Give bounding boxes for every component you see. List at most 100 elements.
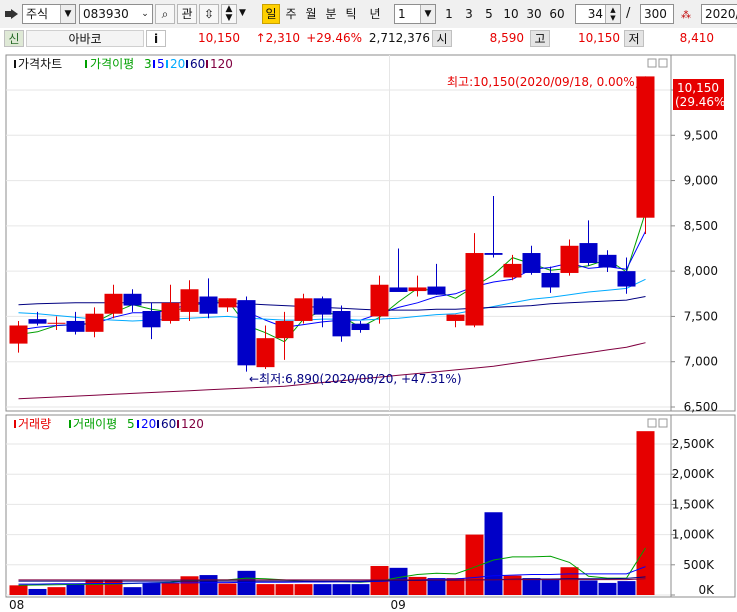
volume-bar	[332, 584, 351, 595]
ma20-legend-marker	[166, 60, 168, 68]
candle-body	[256, 338, 275, 368]
display-count-input[interactable]: 34 ▲ ▼	[575, 4, 621, 24]
lowest-price-annotation: ←최저:6,890(2020/08/20, +47.31%)	[249, 372, 462, 386]
spinner-icon[interactable]: ▲ ▼	[605, 5, 620, 23]
volume-tick-label: 1,000K	[672, 528, 715, 542]
period-day-button[interactable]: 일	[262, 4, 280, 24]
volume-ma-legend-20: 20	[141, 417, 156, 431]
volume-bar	[275, 584, 294, 595]
period-month-button[interactable]: 월	[302, 4, 320, 24]
price-tick-label: 9,500	[684, 128, 718, 142]
candle-body	[199, 296, 218, 314]
period-minute-button[interactable]: 분	[322, 4, 340, 24]
price-pane-maximize-button[interactable]	[658, 58, 668, 68]
date-input[interactable]: 2020/0	[701, 4, 737, 24]
stock-code-input[interactable]: 083930 ⌄	[79, 4, 153, 24]
x-tick-label: 09	[391, 598, 406, 609]
link-arrow-icon[interactable]	[4, 6, 20, 22]
candle-body	[522, 253, 541, 273]
low-label: 저	[624, 30, 644, 47]
candle-body	[598, 254, 617, 268]
search-button[interactable]: ⌕	[155, 4, 175, 24]
period-week-button[interactable]: 주	[282, 4, 300, 24]
chevron-down-icon[interactable]: ⌄	[138, 5, 152, 23]
volume-bar	[218, 583, 237, 595]
candle-body	[389, 287, 408, 292]
interval-button-1[interactable]: 1	[440, 4, 458, 24]
candle-body	[465, 253, 484, 326]
volume-bar	[85, 579, 104, 595]
period-tick-button[interactable]: 틱	[342, 4, 360, 24]
volume-bar	[199, 575, 218, 595]
price-ma-legend-20: 20	[170, 57, 185, 71]
volume-bar	[503, 575, 522, 595]
x-tick-label: 08	[9, 598, 24, 609]
candle-body	[370, 284, 389, 317]
volume-pane-restore-button[interactable]	[647, 418, 657, 428]
candle-body	[275, 320, 294, 339]
volume-bar	[104, 579, 123, 595]
vol-ma120-legend-marker	[177, 420, 179, 428]
price-tick-label: 9,000	[684, 174, 718, 188]
volume-ma-legend-120: 120	[181, 417, 204, 431]
settings-button[interactable]: ⁂	[676, 4, 696, 24]
date-value: 2020/0	[705, 7, 737, 21]
candle-body	[484, 253, 503, 255]
period-year-button[interactable]: 년	[362, 4, 388, 24]
candle-body	[218, 298, 237, 308]
candle-body	[85, 313, 104, 332]
price-change: ↑2,310	[255, 31, 300, 45]
chevron-down-icon[interactable]: ▼	[60, 5, 75, 23]
total-count-value: 300	[644, 7, 667, 21]
chevron-down-icon[interactable]: ▼	[239, 8, 249, 18]
market-select[interactable]: 주식 ▼	[22, 4, 76, 24]
candle-body	[142, 310, 161, 328]
link-group-button[interactable]: ⇳	[199, 4, 219, 24]
price-volume-chart[interactable]: 6,5007,0007,5008,0008,5009,0009,50010,00…	[0, 49, 737, 612]
volume-bar	[484, 512, 503, 595]
display-count-value: 34	[587, 7, 603, 21]
candle-body	[636, 76, 655, 218]
watchlist-button[interactable]: 관	[177, 4, 197, 24]
price-tick-label: 8,000	[684, 264, 718, 278]
interval-button-5[interactable]: 5	[480, 4, 498, 24]
interval-button-30[interactable]: 30	[523, 4, 545, 24]
volume-tick-label: 500K	[683, 558, 715, 572]
candle-body	[560, 245, 579, 273]
volume-ma-legend-title: 거래이평	[73, 417, 117, 431]
volume-bar	[9, 585, 28, 595]
change-rate: +29.46%	[306, 31, 362, 45]
open-price: 8,590	[489, 31, 524, 45]
total-count-input[interactable]: 300	[640, 4, 674, 24]
interval-button-3[interactable]: 3	[460, 4, 478, 24]
price-ma-legend-title: 가격이평	[90, 57, 134, 71]
volume-ma-legend-5: 5	[127, 417, 135, 431]
volume-tick-label: 0K	[698, 583, 715, 597]
candle-body	[579, 243, 598, 263]
price-ma-legend-120: 120	[210, 57, 233, 71]
price-ma-legend-60: 60	[190, 57, 205, 71]
stepper-button[interactable]: ▲ ▼	[221, 4, 237, 24]
volume-bar	[237, 570, 256, 595]
volume-pane-maximize-button[interactable]	[658, 418, 668, 428]
info-button[interactable]: i	[146, 30, 166, 47]
interval-button-60[interactable]: 60	[546, 4, 568, 24]
ma3-legend-marker	[85, 60, 87, 68]
price-pane-restore-button[interactable]	[647, 58, 657, 68]
volume-bar	[389, 567, 408, 595]
market-select-value: 주식	[26, 7, 49, 21]
volume-bar	[256, 584, 275, 595]
volume-bar	[313, 584, 332, 595]
interval-button-10[interactable]: 10	[500, 4, 522, 24]
volume-bar	[541, 579, 560, 595]
volume-bar	[636, 431, 655, 595]
highest-price-annotation: 최고:10,150(2020/09/18, 0.00%)→	[447, 75, 649, 89]
volume-bar	[66, 584, 85, 595]
volume-tick-label: 2,500K	[672, 437, 715, 451]
price-tick-label: 7,000	[684, 355, 718, 369]
ma120-legend-marker	[206, 60, 208, 68]
interval-select[interactable]: 1 ▼	[394, 4, 436, 24]
chevron-down-icon[interactable]: ▼	[420, 5, 435, 23]
price-ma-legend-3: 3	[144, 57, 152, 71]
link-group-icon: ⇳	[203, 7, 215, 21]
